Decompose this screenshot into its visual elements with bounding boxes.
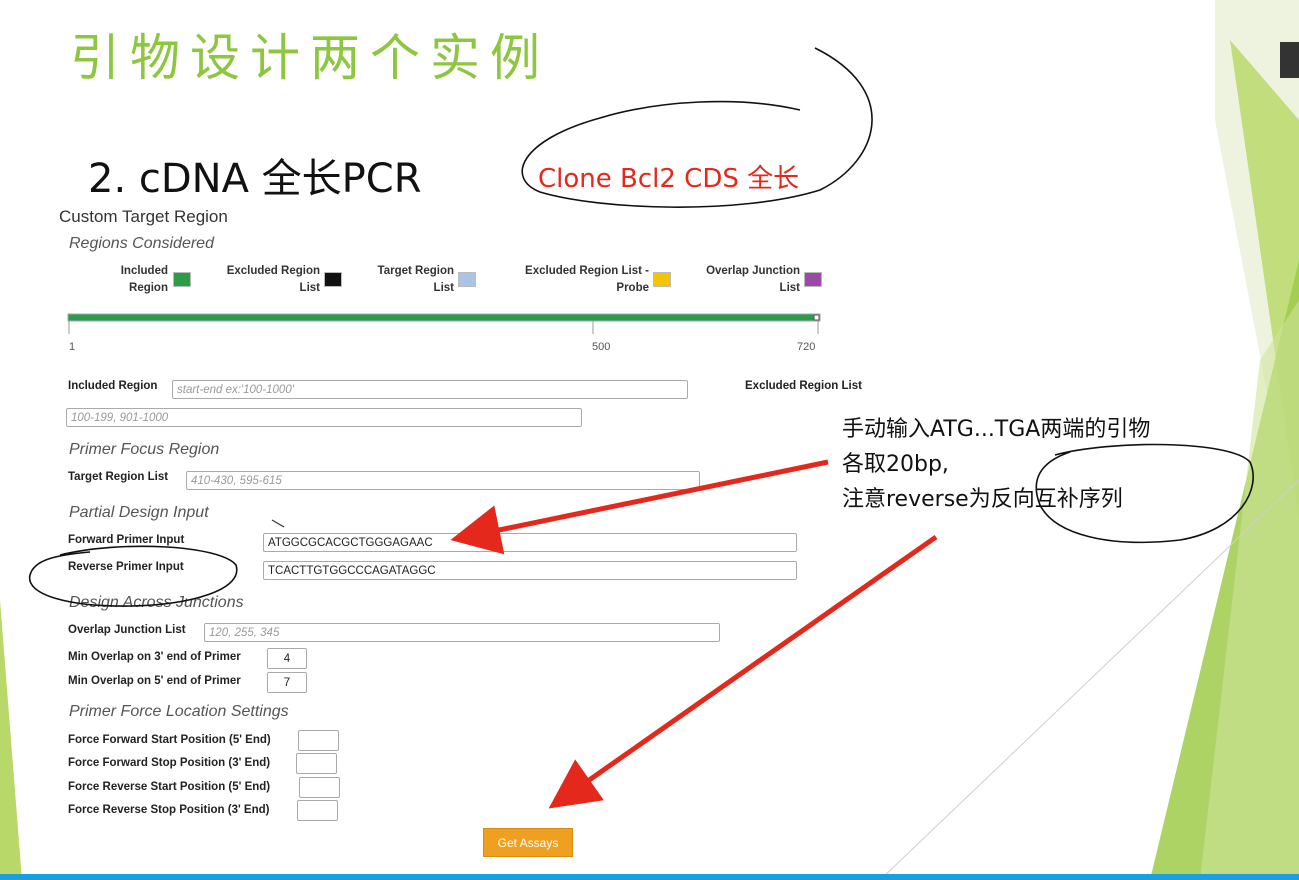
reverse-primer-label: Reverse Primer Input	[68, 561, 184, 573]
min-overlap-3-label: Min Overlap on 3' end of Primer	[68, 651, 241, 663]
legend-label: Overlap Junction List	[706, 265, 800, 294]
region-bar-fill	[67, 313, 821, 322]
legend-swatch-target	[458, 272, 476, 287]
legend-item-overlap: Overlap Junction List	[690, 263, 800, 297]
included-region-input[interactable]	[172, 380, 688, 399]
legend-item-target: Target Region List	[362, 263, 454, 297]
forward-primer-label: Forward Primer Input	[68, 534, 185, 546]
section-primer-focus: Primer Focus Region	[69, 441, 220, 458]
force-forward-stop-label: Force Forward Stop Position (3' End)	[68, 757, 271, 769]
annotation-line: 各取20bp,	[842, 452, 949, 477]
get-assays-button[interactable]: Get Assays	[483, 828, 573, 857]
overlap-junction-label: Overlap Junction List	[68, 624, 186, 636]
force-reverse-start-input[interactable]	[299, 777, 340, 798]
min-overlap-5-label: Min Overlap on 5' end of Primer	[68, 675, 241, 687]
legend-swatch-overlap	[804, 272, 822, 287]
target-region-input[interactable]	[186, 471, 700, 490]
tick-label-mid: 500	[592, 341, 611, 353]
annotation-note: 手动输入ATG...TGA两端的引物 各取20bp, 注意reverse为反向互…	[842, 412, 1150, 517]
legend-item-included: Included Region	[108, 263, 168, 297]
annotation-line: 手动输入ATG...TGA两端的引物	[842, 417, 1151, 442]
tick-label-end: 720	[797, 341, 816, 353]
force-forward-stop-input[interactable]	[296, 753, 337, 774]
legend-label: Excluded Region List	[226, 265, 320, 294]
tick-label-start: 1	[69, 341, 76, 353]
section-design-across: Design Across Junctions	[69, 594, 244, 611]
min-overlap-5-input[interactable]	[267, 672, 307, 693]
target-region-label: Target Region List	[68, 471, 169, 483]
force-reverse-stop-label: Force Reverse Stop Position (3' End)	[68, 804, 270, 816]
force-reverse-start-label: Force Reverse Start Position (5' End)	[68, 781, 271, 793]
bottom-accent-bar	[0, 874, 1299, 880]
legend-swatch-included	[173, 272, 191, 287]
reverse-primer-input[interactable]	[263, 561, 797, 580]
forward-primer-input[interactable]	[263, 533, 797, 552]
region-bar-handle	[813, 314, 820, 321]
legend-swatch-excluded-probe	[653, 272, 671, 287]
form-title: Custom Target Region	[59, 207, 228, 226]
legend-item-excluded: Excluded Region List	[212, 263, 320, 297]
section-partial-design: Partial Design Input	[69, 504, 209, 521]
excluded-region-input[interactable]	[66, 408, 582, 427]
region-bar	[67, 313, 821, 334]
included-region-label: Included Region	[68, 380, 158, 392]
force-forward-start-input[interactable]	[298, 730, 339, 751]
min-overlap-3-input[interactable]	[267, 648, 307, 669]
legend-swatch-excluded	[324, 272, 342, 287]
force-forward-start-label: Force Forward Start Position (5' End)	[68, 734, 271, 746]
section-force-location: Primer Force Location Settings	[69, 703, 289, 720]
overlap-junction-input[interactable]	[204, 623, 720, 642]
annotation-line: 注意reverse为反向互补序列	[842, 487, 1123, 512]
force-reverse-stop-input[interactable]	[297, 800, 338, 821]
annotation-circled-note: Clone Bcl2 CDS 全长	[538, 164, 800, 194]
slide-title: 引物设计两个实例	[70, 29, 550, 87]
legend-label: Included Region	[120, 265, 168, 294]
legend-label: Target Region List	[377, 265, 454, 294]
section-regions-considered: Regions Considered	[69, 235, 214, 252]
excluded-region-label: Excluded Region List	[745, 380, 862, 392]
slide-subtitle: 2. cDNA 全长PCR	[88, 156, 422, 202]
legend-item-excluded-probe: Excluded Region List - Probe	[505, 263, 649, 297]
legend-label: Excluded Region List - Probe	[525, 265, 649, 294]
